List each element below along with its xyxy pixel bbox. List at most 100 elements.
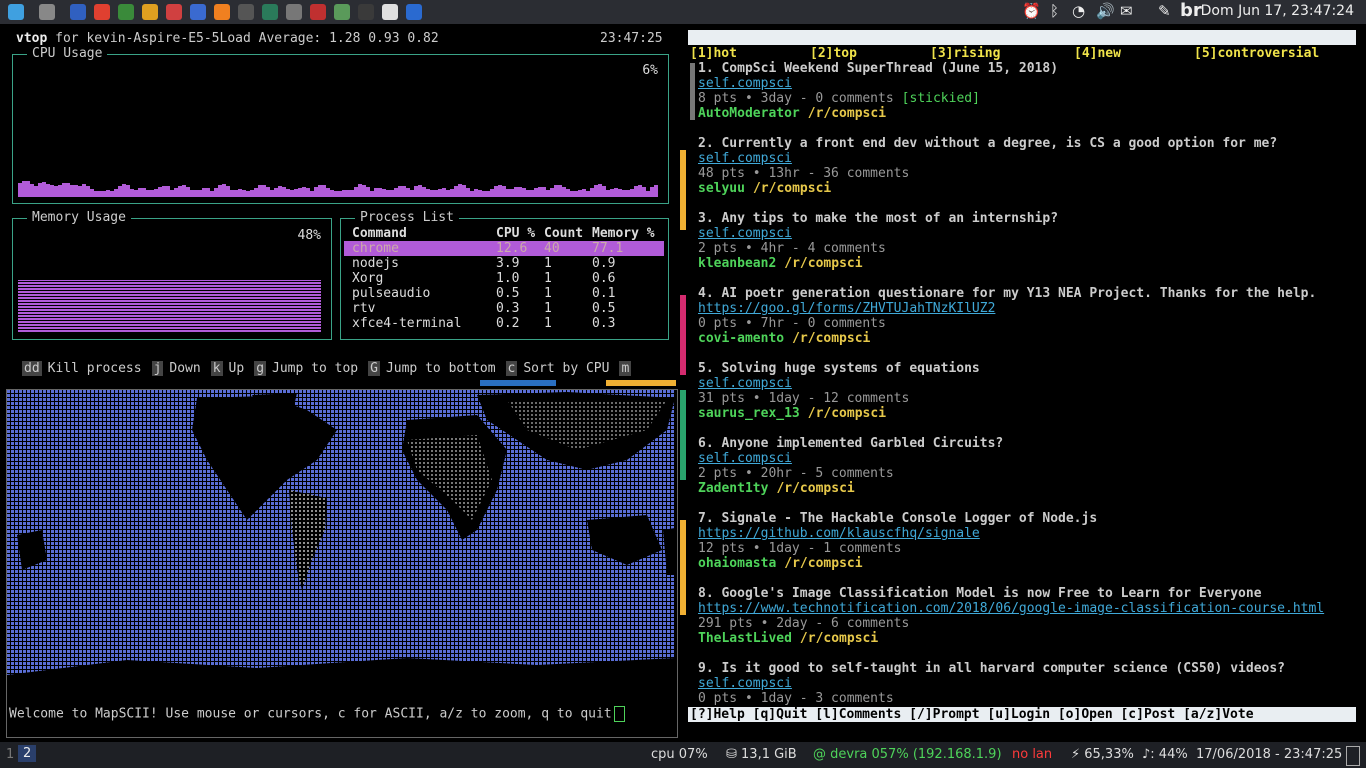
hint-key[interactable]: m [619, 361, 632, 376]
workspace-2[interactable]: 2 [18, 745, 37, 762]
hint-key[interactable]: k [210, 361, 223, 376]
terminal-launcher-icon[interactable] [70, 4, 86, 20]
wifi-icon[interactable]: ◔ [1072, 2, 1085, 20]
process-row[interactable]: xfce4-terminal 0.2 1 0.3 [344, 316, 664, 331]
sort-tab[interactable]: [3]rising [930, 46, 1000, 61]
file-manager-launcher-icon[interactable] [39, 4, 55, 20]
post-title: 7. Signale - The Hackable Console Logger… [698, 511, 1098, 526]
app2-launcher-icon[interactable] [286, 4, 302, 20]
process-row[interactable]: pulseaudio 0.5 1 0.1 [344, 286, 664, 301]
post-subreddit[interactable]: /r/compsci [800, 631, 878, 646]
col-cpu[interactable]: CPU % [496, 226, 544, 241]
cpu-bar [22, 181, 26, 197]
post-subreddit[interactable]: /r/compsci [784, 256, 862, 271]
cpu-bar [338, 191, 342, 197]
settings-launcher-icon[interactable] [166, 4, 182, 20]
post-item[interactable]: 9. Is it good to self-taught in all harv… [698, 661, 1358, 736]
post-item[interactable]: 7. Signale - The Hackable Console Logger… [698, 511, 1358, 586]
firefox-launcher-icon[interactable] [214, 4, 230, 20]
cpu-bar [470, 191, 474, 197]
process-header-row: Command CPU % Count Memory % [352, 226, 655, 241]
rtv-reddit-terminal: /r/compsci CapstoneLobster [1]hot [2]top[… [688, 30, 1358, 736]
cpu-bar [70, 185, 74, 197]
post-link[interactable]: self.compsci [698, 151, 792, 166]
post-link[interactable]: self.compsci [698, 226, 792, 241]
post-link[interactable]: https://goo.gl/forms/ZHVTUJahTNzKIlUZ2 [698, 301, 995, 316]
post-item[interactable]: 5. Solving huge systems of equations self… [698, 361, 1358, 436]
bluetooth-icon[interactable]: ᛒ [1050, 2, 1059, 20]
ide-launcher-icon[interactable] [262, 4, 278, 20]
app3-launcher-icon[interactable] [310, 4, 326, 20]
process-row[interactable]: chrome 12.6 40 77.1 [344, 241, 664, 256]
sort-tab[interactable]: [2]top [810, 46, 857, 61]
files-launcher-icon[interactable] [8, 4, 24, 20]
post-item[interactable]: 3. Any tips to make the most of an inter… [698, 211, 1358, 286]
cpu-bar [246, 191, 250, 197]
post-link[interactable]: self.compsci [698, 76, 792, 91]
process-row[interactable]: rtv 0.3 1 0.5 [344, 301, 664, 316]
post-item[interactable]: 1. CompSci Weekend SuperThread (June 15,… [698, 61, 1358, 136]
post-subreddit[interactable]: /r/compsci [792, 331, 870, 346]
hint-key[interactable]: j [151, 361, 164, 376]
keyboard-layout[interactable]: br [1180, 0, 1202, 21]
cpu-usage-title: CPU Usage [27, 46, 108, 61]
post-item[interactable]: 6. Anyone implemented Garbled Circuits? s… [698, 436, 1358, 511]
sort-tab[interactable]: [5]controversial [1194, 46, 1319, 61]
post-item[interactable]: 4. AI poetr generation questionare for m… [698, 286, 1358, 361]
post-title: 2. Currently a front end dev without a d… [698, 136, 1278, 151]
sort-tab[interactable]: [1]hot [690, 46, 737, 61]
mapscii-terminal[interactable]: Welcome to MapSCII! Use mouse or cursors… [6, 389, 678, 738]
cpu-bar [78, 186, 82, 197]
cpu-bar [106, 190, 110, 197]
post-author: TheLastLived [698, 631, 792, 646]
post-subreddit[interactable]: /r/compsci [784, 556, 862, 571]
spreadsheet-launcher-icon[interactable] [142, 4, 158, 20]
post-link[interactable]: self.compsci [698, 451, 792, 466]
cpu-bar [586, 191, 590, 197]
post-subreddit[interactable]: /r/compsci [776, 481, 854, 496]
post-link[interactable]: https://www.technotification.com/2018/06… [698, 601, 1324, 616]
cpu-bar [266, 187, 270, 197]
hint-key[interactable]: c [505, 361, 518, 376]
volume-icon[interactable]: 🔊 [1096, 2, 1115, 20]
post-link[interactable]: self.compsci [698, 376, 792, 391]
workspace-1[interactable]: 1 [6, 747, 14, 762]
cpu-bar [278, 186, 282, 197]
libreoffice-launcher-icon[interactable] [118, 4, 134, 20]
col-command[interactable]: Command [352, 226, 496, 241]
post-meta: 8 pts • 3day - 0 comments [698, 91, 894, 106]
post-meta: 12 pts • 1day - 1 comments [698, 541, 902, 556]
post-item[interactable]: 8. Google's Image Classification Model i… [698, 586, 1358, 661]
process-row[interactable]: nodejs 3.9 1 0.9 [344, 256, 664, 271]
post-subreddit[interactable]: /r/compsci [808, 106, 886, 121]
hint-key[interactable]: dd [22, 361, 42, 376]
world-map[interactable] [7, 390, 675, 708]
process-cpu: 12.6 [496, 241, 528, 256]
clock[interactable]: Dom Jun 17, 23:47:24 [1201, 3, 1354, 19]
cpu-bar [382, 189, 386, 197]
hint-key[interactable]: G [368, 361, 380, 376]
post-subreddit[interactable]: /r/compsci [808, 406, 886, 421]
hint-key[interactable]: g [254, 361, 267, 376]
app5-launcher-icon[interactable] [358, 4, 374, 20]
col-count[interactable]: Count [544, 226, 592, 241]
col-memory[interactable]: Memory % [592, 226, 655, 241]
sort-tab[interactable]: [4]new [1074, 46, 1121, 61]
app7-launcher-icon[interactable] [406, 4, 422, 20]
calendar-launcher-icon[interactable] [190, 4, 206, 20]
post-subreddit[interactable]: /r/compsci [753, 181, 831, 196]
app6-launcher-icon[interactable] [382, 4, 398, 20]
app4-launcher-icon[interactable] [334, 4, 350, 20]
alarm-clock-icon[interactable]: ⏰ [1022, 2, 1041, 20]
cpu-bar [534, 188, 538, 197]
gimp-launcher-icon[interactable] [238, 4, 254, 20]
post-item[interactable]: 2. Currently a front end dev without a d… [698, 136, 1358, 211]
cpu-bar [618, 189, 622, 197]
post-link[interactable]: https://github.com/klauscfhq/signale [698, 526, 980, 541]
cpu-percent: 6% [642, 63, 658, 78]
mail-icon[interactable]: ✉ [1120, 2, 1133, 20]
process-row[interactable]: Xorg 1.0 1 0.6 [344, 271, 664, 286]
chrome-launcher-icon[interactable] [94, 4, 110, 20]
edit-icon[interactable]: ✎ [1158, 2, 1171, 20]
post-link[interactable]: self.compsci [698, 676, 792, 691]
